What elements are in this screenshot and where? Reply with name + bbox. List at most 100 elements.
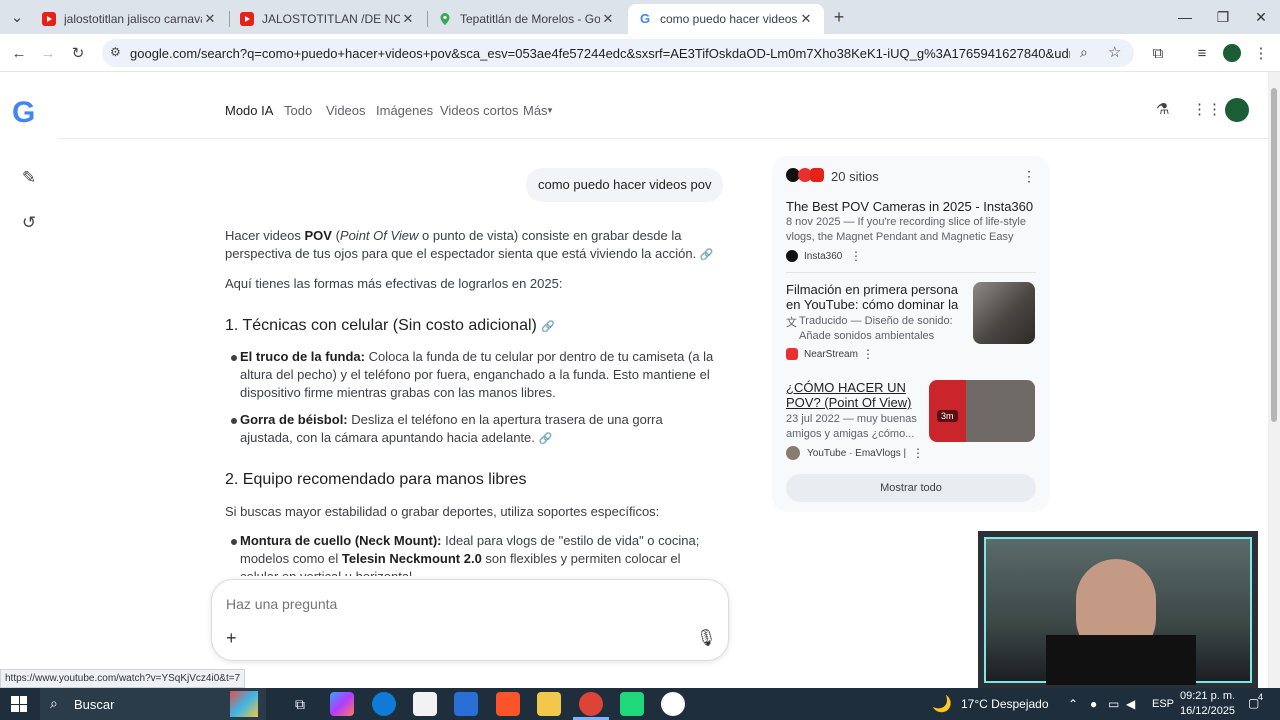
task-view-icon[interactable]: ⧉ xyxy=(288,692,312,716)
source-snippet-3: 23 jul 2022 — muy buenas amigos y amigas… xyxy=(786,413,917,440)
search-icon: ⌕ xyxy=(50,695,58,711)
windows-taskbar: ⌕ Buscar ⧉ 🌙 17°C Despejado ⌃ ● ▭ ◀ ESP … xyxy=(0,688,1280,720)
minimize-icon[interactable]: — xyxy=(1166,0,1204,34)
media-control-icon[interactable]: ≡ xyxy=(1191,42,1213,64)
search-icon[interactable]: ⌕ xyxy=(1080,44,1088,61)
tab-4-active[interactable]: G como puedo hacer videos pov ✕ xyxy=(628,4,824,34)
source-more-icon[interactable]: ⋮ xyxy=(850,249,862,263)
nearstream-icon xyxy=(786,348,798,360)
show-all-button[interactable]: Mostrar todo xyxy=(786,474,1036,502)
link-icon[interactable]: 🔗 xyxy=(539,433,553,445)
product-name: Telesin Neckmount 2.0 xyxy=(341,551,482,566)
file-explorer-icon[interactable] xyxy=(537,692,561,716)
clock-date[interactable]: 16/12/2025 xyxy=(1180,705,1235,717)
source-more-icon[interactable]: ⋮ xyxy=(912,446,924,460)
answer-intro: Hacer videos POV (Point Of View o punto … xyxy=(225,227,717,264)
nav-todo[interactable]: Todo xyxy=(284,103,312,118)
bullet-title: Montura de cuello (Neck Mount): xyxy=(240,533,442,548)
menu-kebab-icon[interactable]: ⋮ xyxy=(1250,42,1272,64)
chevron-up-icon[interactable]: ⌃ xyxy=(1068,697,1078,711)
intro-pov-full: Point Of View xyxy=(339,228,419,243)
windows-start-icon[interactable] xyxy=(11,696,27,712)
source-favicons xyxy=(786,168,824,182)
brave-icon[interactable] xyxy=(496,692,520,716)
apps-grid-icon[interactable]: ⋮⋮ xyxy=(1192,100,1222,118)
nav-mas[interactable]: Más xyxy=(523,103,548,118)
add-attachment-button[interactable]: + xyxy=(226,628,237,649)
store-icon[interactable] xyxy=(413,692,437,716)
close-tab-icon[interactable]: ✕ xyxy=(400,11,416,27)
google-logo[interactable]: G xyxy=(12,96,35,130)
notification-count: 4 xyxy=(1258,692,1264,702)
source-thumbnail-camera[interactable] xyxy=(973,282,1035,344)
link-icon[interactable]: 🔗 xyxy=(700,249,714,261)
user-query-bubble: como puedo hacer videos pov xyxy=(526,168,724,202)
page-scrollbar[interactable] xyxy=(1268,72,1280,688)
edge-icon[interactable] xyxy=(372,692,396,716)
weather-text[interactable]: 17°C Despejado xyxy=(961,697,1049,711)
chrome-icon[interactable] xyxy=(579,692,603,716)
bullet-dot xyxy=(231,355,237,361)
back-icon[interactable]: ← xyxy=(8,42,30,64)
profile-avatar[interactable] xyxy=(1221,42,1243,64)
mail-icon[interactable] xyxy=(454,692,478,716)
close-tab-icon[interactable]: ✕ xyxy=(600,11,616,27)
account-avatar[interactable] xyxy=(1225,98,1249,122)
clock-time[interactable]: 09:21 p. m. xyxy=(1180,690,1235,702)
volume-icon[interactable]: ◀ xyxy=(1126,697,1135,711)
network-icon[interactable]: ▭ xyxy=(1108,697,1119,711)
reload-icon[interactable]: ↻ xyxy=(67,42,89,64)
link-icon[interactable]: 🔗 xyxy=(541,321,555,333)
sources-more-icon[interactable]: ⋮ xyxy=(1022,168,1036,185)
microphone-icon[interactable]: 🎙 xyxy=(696,628,716,648)
source-title-3[interactable]: ¿CÓMO HACER UN POV? (Point Of View) xyxy=(786,380,926,410)
maximize-icon[interactable]: ❐ xyxy=(1204,0,1242,34)
copilot-icon[interactable] xyxy=(330,692,354,716)
source-title-2[interactable]: Filmación en primera persona en YouTube:… xyxy=(786,282,968,314)
nav-modo-ia[interactable]: Modo IA xyxy=(225,103,273,118)
language-indicator[interactable]: ESP xyxy=(1152,698,1174,710)
left-rail: G ✎ ↺ xyxy=(0,72,58,688)
nav-videos-cortos[interactable]: Videos cortos xyxy=(440,103,519,118)
app-icon-green[interactable] xyxy=(620,692,644,716)
new-chat-icon[interactable]: ✎ xyxy=(18,168,40,190)
mic-tray-icon[interactable]: ● xyxy=(1090,697,1097,711)
section-1-title: 1. Técnicas con celular (Sin costo adici… xyxy=(225,317,537,334)
app-icon-white[interactable] xyxy=(661,692,685,716)
site-info-icon[interactable]: ⚙ xyxy=(110,45,121,59)
taskbar-search-label: Buscar xyxy=(74,697,115,712)
close-tab-icon[interactable]: ✕ xyxy=(202,11,218,27)
taskbar-search[interactable]: ⌕ Buscar xyxy=(40,688,266,720)
address-bar[interactable]: ⚙ google.com/search?q=como+puedo+hacer+v… xyxy=(102,39,1134,67)
bookmark-star-icon[interactable]: ☆ xyxy=(1108,43,1121,61)
ask-input[interactable] xyxy=(226,594,706,614)
tab-2[interactable]: JALOSTOTITLAN /DE NOCHE% ✕ xyxy=(230,4,426,34)
source-thumbnail-video[interactable]: 3m xyxy=(929,380,1035,442)
maps-pin-icon xyxy=(438,12,452,26)
scrollbar-thumb[interactable] xyxy=(1271,88,1277,422)
tab-3[interactable]: Tepatitlán de Morelos - Google ✕ xyxy=(428,4,626,34)
history-icon[interactable]: ↺ xyxy=(18,213,40,235)
bullet-dot xyxy=(231,418,237,424)
close-window-icon[interactable]: ✕ xyxy=(1242,0,1280,34)
weather-moon-icon[interactable]: 🌙 xyxy=(932,694,952,714)
bullet-neck-mount: Montura de cuello (Neck Mount): Ideal pa… xyxy=(240,532,718,576)
video-duration: 3m xyxy=(937,410,958,422)
sources-count[interactable]: 20 sitios xyxy=(831,169,879,184)
chevron-down-icon: ▼ xyxy=(546,106,554,115)
channel-avatar xyxy=(786,446,800,460)
section-heading-2: 2. Equipo recomendado para manos libres xyxy=(225,471,527,488)
nav-videos[interactable]: Videos xyxy=(326,103,366,118)
source-title-1[interactable]: The Best POV Cameras in 2025 - Insta360 xyxy=(786,199,1036,214)
tab-1[interactable]: jalostotitlan jalisco carnaval 202 ✕ xyxy=(32,4,228,34)
close-tab-icon[interactable]: ✕ xyxy=(798,11,814,27)
tab-search-icon[interactable]: ⌄ xyxy=(6,6,28,28)
labs-flask-icon[interactable]: ⚗ xyxy=(1156,100,1169,118)
nav-imagenes[interactable]: Imágenes xyxy=(376,103,433,118)
source-more-icon[interactable]: ⋮ xyxy=(862,347,874,361)
extensions-icon[interactable]: ⧉ xyxy=(1147,42,1169,64)
new-tab-button[interactable]: + xyxy=(828,6,850,28)
tab-strip: ⌄ jalostotitlan jalisco carnaval 202 ✕ J… xyxy=(0,0,1280,34)
forward-icon[interactable]: → xyxy=(37,42,59,64)
source-site-1: Insta360 xyxy=(804,251,843,262)
